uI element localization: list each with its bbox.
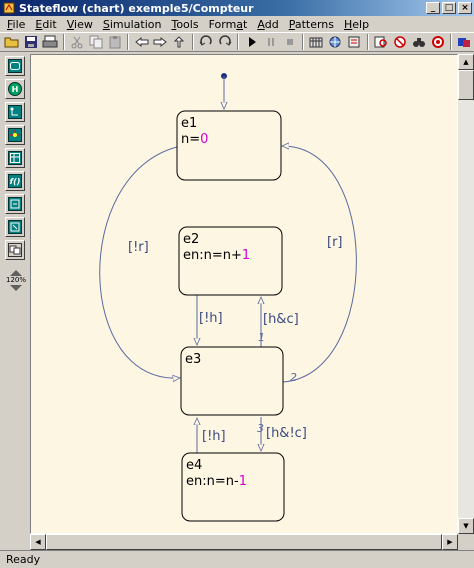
state-e4[interactable]: e4 en:n=n-1 bbox=[181, 452, 285, 522]
close-button[interactable]: × bbox=[458, 2, 472, 14]
pause-icon[interactable] bbox=[261, 33, 280, 51]
state-e3[interactable]: e3 bbox=[180, 346, 284, 416]
stateflow-diagram: [!r] [r] 2 [!h] [h&c] 1 [h&!c] 3 [!h] e1… bbox=[99, 73, 357, 522]
toolbar-separator bbox=[450, 34, 453, 50]
zoom-out-icon[interactable] bbox=[10, 285, 22, 291]
copy-icon[interactable] bbox=[86, 33, 105, 51]
menu-view[interactable]: View bbox=[62, 18, 98, 31]
paste-icon[interactable] bbox=[105, 33, 124, 51]
menu-add[interactable]: Add bbox=[252, 18, 283, 31]
state-action: en:n=n+1 bbox=[183, 248, 250, 263]
zoom-level: 120% bbox=[5, 276, 26, 284]
up-level-icon[interactable] bbox=[170, 33, 189, 51]
transition-label-e4-to-e3[interactable]: [!h] bbox=[202, 429, 226, 444]
zoom-control[interactable]: 120% bbox=[4, 268, 28, 298]
play-icon[interactable] bbox=[242, 33, 261, 51]
back-arrow-icon[interactable] bbox=[132, 33, 151, 51]
save-icon[interactable] bbox=[22, 33, 41, 51]
chart-canvas[interactable]: [!r] [r] 2 [!h] [h&c] 1 [h&!c] 3 [!h] e1… bbox=[30, 54, 458, 534]
undo-icon[interactable] bbox=[197, 33, 216, 51]
cut-icon[interactable] bbox=[68, 33, 87, 51]
scroll-down-icon[interactable]: ▼ bbox=[458, 518, 474, 534]
state-name: e4 bbox=[186, 458, 202, 473]
state-action: n=0 bbox=[181, 132, 208, 147]
open-folder-icon[interactable] bbox=[3, 33, 22, 51]
object-palette: H f() 120% bbox=[2, 54, 28, 544]
toolbar-separator bbox=[366, 34, 369, 50]
transition-label-e3-to-e1[interactable]: [r] bbox=[327, 235, 343, 250]
horizontal-scroll-thumb[interactable] bbox=[46, 534, 442, 550]
scroll-left-icon[interactable]: ◀ bbox=[30, 534, 46, 550]
embedded-function-tool-button[interactable] bbox=[5, 194, 25, 214]
simulink-icon[interactable] bbox=[455, 33, 474, 51]
horizontal-scrollbar[interactable]: ◀ ▶ bbox=[30, 534, 458, 550]
connective-junction-tool-button[interactable] bbox=[5, 125, 25, 145]
forward-arrow-icon[interactable] bbox=[151, 33, 170, 51]
title-bar: Stateflow (chart) exemple5/Compteur _ □ … bbox=[0, 0, 474, 16]
simulink-function-tool-button[interactable] bbox=[5, 240, 25, 260]
transition-order-e3-to-e1: 2 bbox=[290, 371, 297, 384]
toolbar-separator bbox=[62, 34, 65, 50]
toolbar-separator bbox=[127, 34, 130, 50]
menu-tools[interactable]: Tools bbox=[166, 18, 203, 31]
transition-e1-to-e3[interactable] bbox=[99, 146, 180, 378]
search-icon[interactable] bbox=[372, 33, 391, 51]
state-name: e2 bbox=[183, 232, 199, 247]
status-bar: Ready bbox=[0, 550, 474, 568]
transition-label-e3-to-e2[interactable]: [h&c] bbox=[263, 312, 299, 327]
minimize-button[interactable]: _ bbox=[426, 2, 440, 14]
stateflow-app-icon bbox=[3, 2, 15, 14]
transition-order-e3-to-e4: 3 bbox=[257, 422, 264, 435]
toolbar-separator bbox=[191, 34, 194, 50]
debug-icon[interactable] bbox=[345, 33, 364, 51]
status-text: Ready bbox=[6, 553, 41, 566]
print-icon[interactable] bbox=[41, 33, 60, 51]
state-e2[interactable]: e2 en:n=n+1 bbox=[178, 226, 283, 296]
graphical-function-tool-button[interactable]: f() bbox=[5, 171, 25, 191]
history-junction-tool-button[interactable]: H bbox=[5, 79, 25, 99]
state-name: e1 bbox=[181, 116, 197, 131]
menu-bar: File Edit View Simulation Tools Format A… bbox=[0, 16, 474, 32]
binoculars-icon[interactable] bbox=[409, 33, 428, 51]
truth-table-tool-button[interactable] bbox=[5, 148, 25, 168]
menu-edit[interactable]: Edit bbox=[30, 18, 61, 31]
stop-icon[interactable] bbox=[280, 33, 299, 51]
transition-label-e2-to-e3[interactable]: [!h] bbox=[199, 311, 223, 326]
box-tool-button[interactable] bbox=[5, 217, 25, 237]
default-transition-tool-button[interactable] bbox=[5, 102, 25, 122]
scroll-up-icon[interactable]: ▲ bbox=[458, 54, 474, 70]
scroll-right-icon[interactable]: ▶ bbox=[442, 534, 458, 550]
state-action: en:n=n-1 bbox=[186, 474, 247, 489]
menu-help[interactable]: Help bbox=[339, 18, 374, 31]
transition-e3-to-e1[interactable] bbox=[282, 146, 357, 383]
build-icon[interactable] bbox=[307, 33, 326, 51]
menu-patterns[interactable]: Patterns bbox=[284, 18, 339, 31]
toolbar bbox=[0, 32, 474, 52]
transition-label-e1-to-e3[interactable]: [!r] bbox=[128, 240, 149, 255]
window-title: Stateflow (chart) exemple5/Compteur bbox=[19, 1, 254, 15]
state-e1[interactable]: e1 n=0 bbox=[176, 110, 282, 181]
state-name: e3 bbox=[185, 352, 201, 367]
transition-order-e3-to-e2: 1 bbox=[258, 331, 265, 344]
maximize-button[interactable]: □ bbox=[442, 2, 456, 14]
menu-file[interactable]: File bbox=[2, 18, 30, 31]
transition-label-e3-to-e4[interactable]: [h&!c] bbox=[266, 426, 307, 441]
toolbar-separator bbox=[302, 34, 305, 50]
model-explorer-icon[interactable] bbox=[326, 33, 345, 51]
menu-format[interactable]: Format bbox=[204, 18, 253, 31]
scroll-corner bbox=[458, 534, 474, 550]
vertical-scrollbar[interactable]: ▲ ▼ bbox=[458, 54, 474, 534]
toolbar-separator bbox=[237, 34, 240, 50]
state-tool-button[interactable] bbox=[5, 56, 25, 76]
redo-icon[interactable] bbox=[216, 33, 235, 51]
vertical-scroll-thumb[interactable] bbox=[458, 70, 474, 100]
menu-simulation[interactable]: Simulation bbox=[98, 18, 167, 31]
no-entry-icon[interactable] bbox=[390, 33, 409, 51]
target-icon[interactable] bbox=[428, 33, 447, 51]
